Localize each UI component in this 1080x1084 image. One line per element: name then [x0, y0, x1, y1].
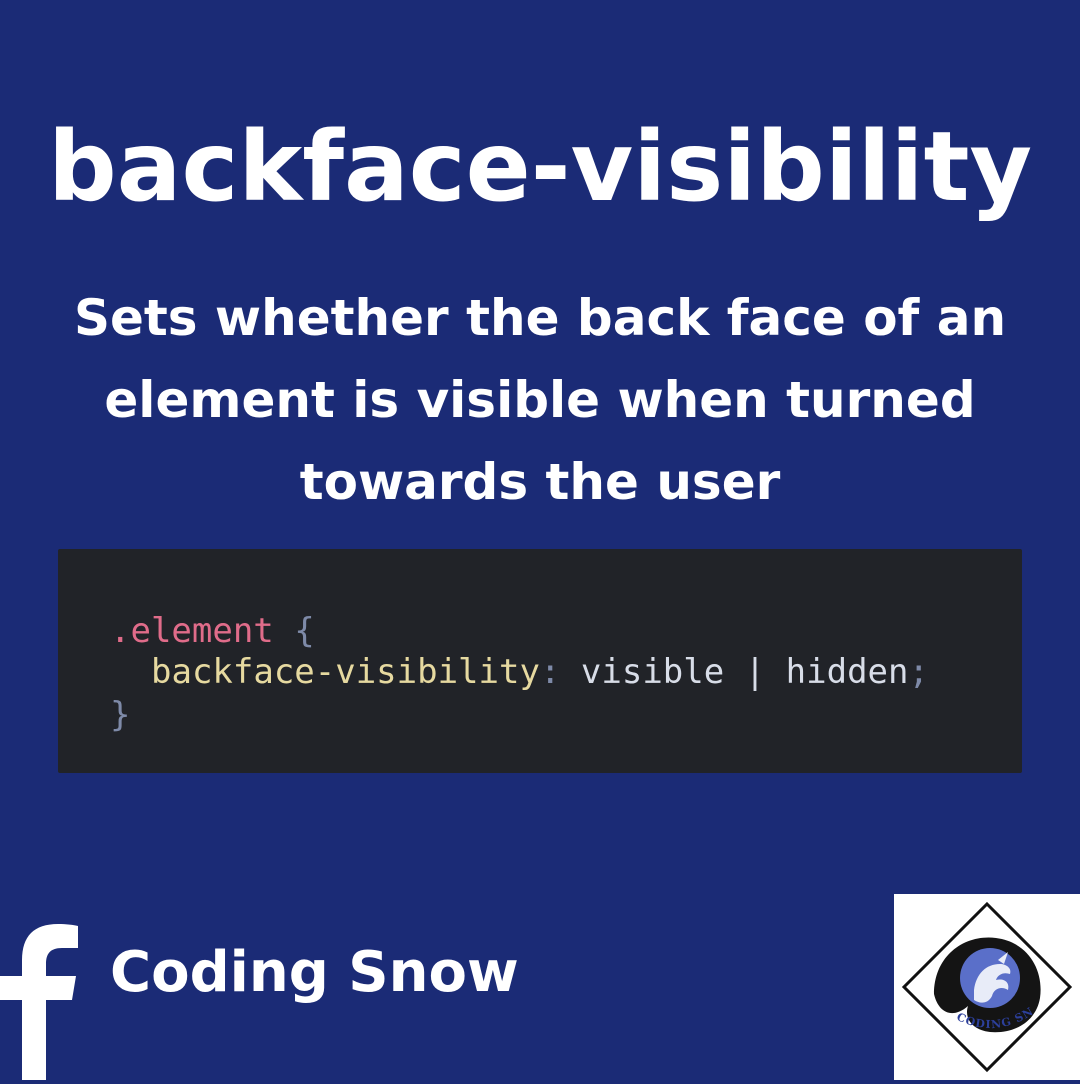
page-subtitle: Sets whether the back face of an element…	[73, 289, 1007, 511]
post-canvas: backface-visibility Sets whether the bac…	[0, 0, 1080, 1080]
close-brace: }	[110, 695, 131, 735]
css-value-hidden: hidden	[785, 652, 909, 692]
colon: :	[539, 652, 561, 692]
value-separator: |	[744, 652, 766, 692]
brand-name: Coding Snow	[110, 940, 519, 1005]
open-brace: {	[294, 611, 315, 651]
css-property: backface-visibility	[151, 652, 540, 692]
code-line-declaration: backface-visibility: visible | hidden;	[151, 651, 929, 693]
code-line-close: }	[110, 694, 130, 736]
code-snippet: .element { backface-visibility: visible …	[58, 549, 1022, 773]
coding-snow-logo: CODING SNOW	[886, 884, 1080, 1080]
facebook-icon[interactable]	[0, 920, 80, 1080]
css-value-visible: visible	[580, 652, 725, 692]
page-title: backface-visibility	[47, 111, 1033, 223]
code-line-selector: .element {	[110, 610, 315, 652]
css-selector: .element	[110, 611, 274, 651]
semicolon: ;	[908, 652, 929, 692]
